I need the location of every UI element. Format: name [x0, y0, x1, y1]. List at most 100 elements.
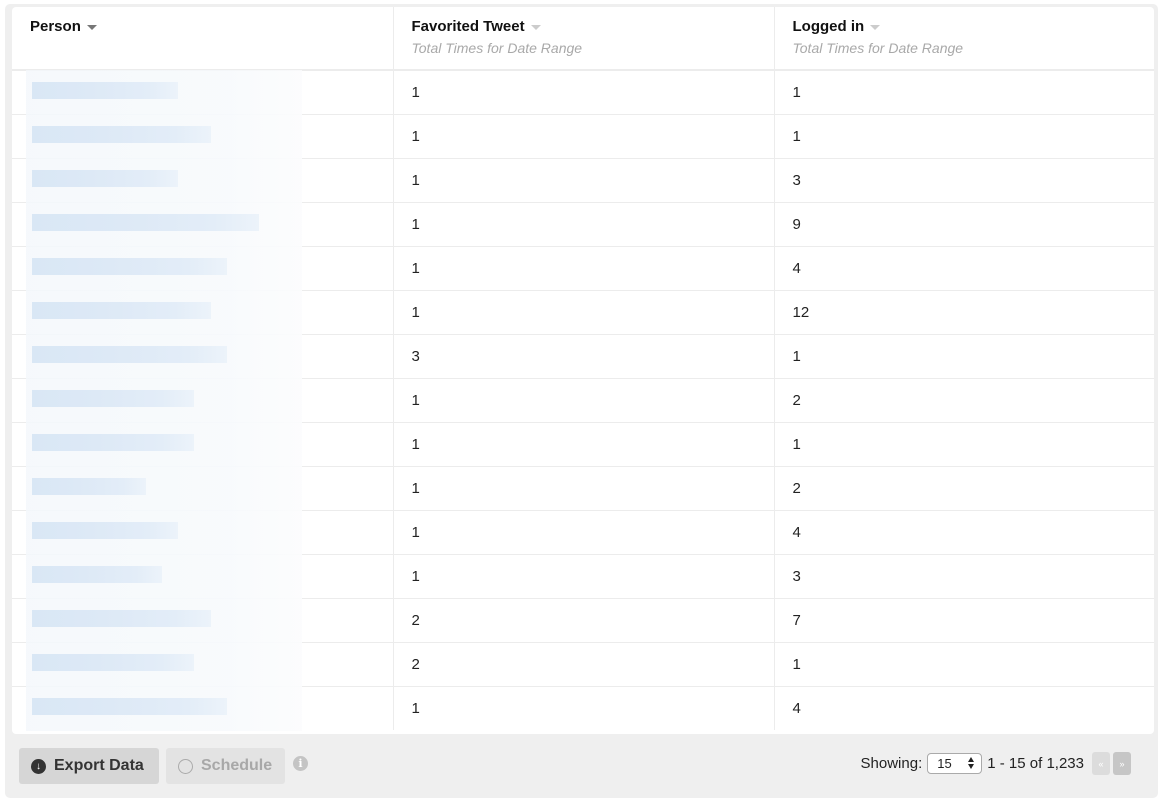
- redacted-person-name[interactable]: [26, 334, 302, 379]
- favorited-tweet-cell: 1: [393, 378, 775, 423]
- column-header-logged-in[interactable]: Logged in Total Times for Date Range: [774, 7, 1154, 71]
- logged-in-cell: 7: [774, 598, 1154, 643]
- logged-in-cell: 2: [774, 378, 1154, 423]
- schedule-label: Schedule: [201, 757, 273, 774]
- redaction-blur: [32, 610, 211, 627]
- person-cell[interactable]: [12, 334, 394, 379]
- table-row[interactable]: 14: [12, 686, 1154, 731]
- redaction-blur: [32, 698, 227, 715]
- logged-in-cell: 3: [774, 158, 1154, 203]
- sort-caret-icon[interactable]: [870, 25, 881, 30]
- table-row[interactable]: 31: [12, 334, 1154, 379]
- favorited-tweet-cell: 1: [393, 466, 775, 511]
- favorited-tweet-cell: 1: [393, 202, 775, 247]
- export-data-button[interactable]: ↓ Export Data: [19, 748, 159, 784]
- person-cell[interactable]: [12, 378, 394, 423]
- redaction-blur: [32, 170, 178, 187]
- schedule-button[interactable]: Schedule: [166, 748, 285, 784]
- redacted-person-name[interactable]: [26, 114, 302, 159]
- logged-in-cell: 1: [774, 70, 1154, 115]
- column-title: Person: [30, 18, 81, 35]
- redacted-person-name[interactable]: [26, 466, 302, 511]
- report-container: Person Favorited Tweet Total Times for D…: [5, 4, 1158, 798]
- table-row[interactable]: 1 12: [12, 290, 1154, 335]
- person-cell[interactable]: [12, 158, 394, 203]
- logged-in-cell: 2: [774, 466, 1154, 511]
- redacted-person-name[interactable]: [26, 554, 302, 599]
- table-row[interactable]: 11: [12, 422, 1154, 467]
- redacted-person-name[interactable]: [26, 598, 302, 643]
- redacted-person-name[interactable]: [26, 158, 302, 203]
- sort-caret-icon[interactable]: [530, 25, 541, 30]
- favorited-tweet-cell: 1: [393, 70, 775, 115]
- logged-in-cell: 12: [774, 290, 1154, 335]
- column-title: Logged in: [792, 18, 865, 35]
- per-page-value: 15: [937, 756, 952, 771]
- table-row[interactable]: 14: [12, 246, 1154, 291]
- redacted-person-name[interactable]: [26, 246, 302, 291]
- favorited-tweet-cell: 2: [393, 598, 775, 643]
- range-text: 1 - 15 of 1,233: [987, 755, 1084, 772]
- download-circle-icon: ↓: [31, 758, 46, 774]
- person-cell[interactable]: [12, 202, 394, 247]
- favorited-tweet-cell: 2: [393, 642, 775, 687]
- table-row[interactable]: 11: [12, 70, 1154, 115]
- person-cell[interactable]: [12, 466, 394, 511]
- favorited-tweet-cell: 1: [393, 114, 775, 159]
- table-row[interactable]: 13: [12, 158, 1154, 203]
- table-row[interactable]: 19: [12, 202, 1154, 247]
- favorited-tweet-cell: 1: [393, 290, 775, 335]
- pagination: Showing: 15 1 - 15 of 1,233 « »: [861, 752, 1131, 775]
- redaction-blur: [32, 434, 194, 451]
- redaction-blur: [32, 302, 211, 319]
- favorited-tweet-cell: 1: [393, 554, 775, 599]
- redacted-person-name[interactable]: [26, 422, 302, 467]
- table-row[interactable]: 12: [12, 378, 1154, 423]
- column-subtitle: Total Times for Date Range: [792, 40, 964, 56]
- per-page-select[interactable]: 15: [927, 753, 983, 774]
- person-cell[interactable]: [12, 554, 394, 599]
- logged-in-cell: 9: [774, 202, 1154, 247]
- person-cell[interactable]: [12, 642, 394, 687]
- redacted-person-name[interactable]: [26, 202, 302, 247]
- redacted-person-name[interactable]: [26, 686, 302, 731]
- favorited-tweet-cell: 1: [393, 158, 775, 203]
- redacted-person-name[interactable]: [26, 642, 302, 687]
- favorited-tweet-cell: 1: [393, 422, 775, 467]
- info-circle-icon[interactable]: i: [293, 756, 308, 771]
- redaction-blur: [32, 126, 211, 143]
- next-page-button[interactable]: »: [1113, 752, 1131, 775]
- previous-page-button[interactable]: «: [1092, 752, 1110, 775]
- redacted-person-name[interactable]: [26, 510, 302, 555]
- table-row[interactable]: 11: [12, 114, 1154, 159]
- person-cell[interactable]: [12, 598, 394, 643]
- favorited-tweet-cell: 3: [393, 334, 775, 379]
- person-cell[interactable]: [12, 70, 394, 115]
- select-arrows-icon: [968, 757, 975, 769]
- person-cell[interactable]: [12, 510, 394, 555]
- person-cell[interactable]: [12, 422, 394, 467]
- redacted-person-name[interactable]: [26, 290, 302, 335]
- table-row[interactable]: 27: [12, 598, 1154, 643]
- logged-in-cell: 1: [774, 642, 1154, 687]
- table-row[interactable]: 14: [12, 510, 1154, 555]
- redacted-person-name[interactable]: [26, 70, 302, 115]
- person-cell[interactable]: [12, 246, 394, 291]
- person-cell[interactable]: [12, 290, 394, 335]
- table-row[interactable]: 21: [12, 642, 1154, 687]
- logged-in-cell: 4: [774, 246, 1154, 291]
- redacted-person-name[interactable]: [26, 378, 302, 423]
- person-cell[interactable]: [12, 114, 394, 159]
- column-header-person[interactable]: Person: [12, 7, 394, 71]
- column-header-favorited-tweet[interactable]: Favorited Tweet Total Times for Date Ran…: [393, 7, 775, 71]
- sort-caret-icon[interactable]: [86, 25, 97, 30]
- redaction-blur: [32, 82, 178, 99]
- table-row[interactable]: 13: [12, 554, 1154, 599]
- double-chevron-left-icon: «: [1098, 758, 1104, 769]
- logged-in-cell: 1: [774, 422, 1154, 467]
- clock-icon: [178, 758, 193, 774]
- person-cell[interactable]: [12, 686, 394, 731]
- table-row[interactable]: 12: [12, 466, 1154, 511]
- logged-in-cell: 4: [774, 510, 1154, 555]
- logged-in-cell: 1: [774, 114, 1154, 159]
